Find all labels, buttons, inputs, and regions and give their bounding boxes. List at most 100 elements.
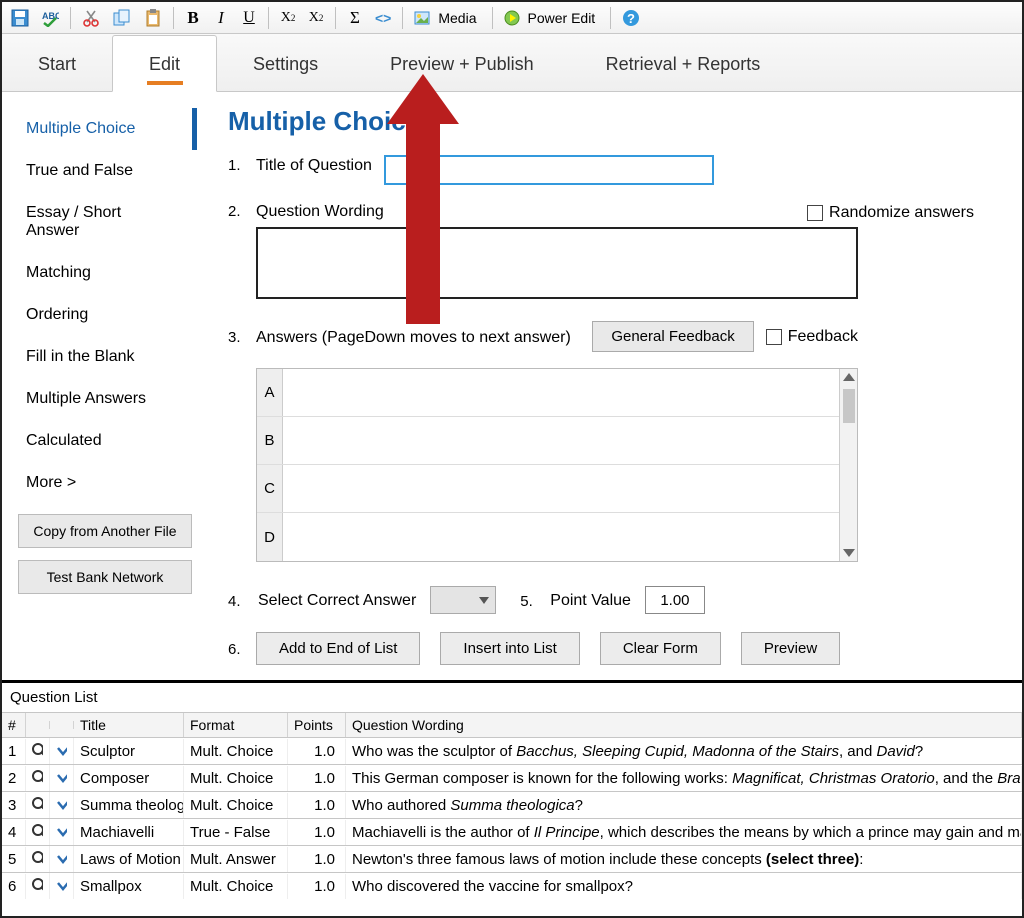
sidebar-item-more[interactable]: More >: [2, 462, 197, 504]
test-bank-network-button[interactable]: Test Bank Network: [18, 560, 192, 594]
question-row[interactable]: 5Laws of MotionMult. Answer1.0Newton's t…: [2, 845, 1022, 872]
paste-icon[interactable]: [139, 5, 167, 31]
preview-icon[interactable]: [26, 819, 50, 845]
answer-input-b[interactable]: [283, 417, 857, 464]
row-num: 4: [2, 820, 26, 845]
row-title: Machiavelli: [74, 820, 184, 845]
svg-text:?: ?: [627, 11, 635, 26]
subscript-icon[interactable]: X2: [275, 5, 301, 31]
help-icon[interactable]: ?: [617, 5, 645, 31]
underline-icon[interactable]: U: [236, 5, 262, 31]
dropdown-icon[interactable]: [50, 846, 74, 872]
preview-icon[interactable]: [26, 846, 50, 872]
randomize-checkbox-wrap[interactable]: Randomize answers: [807, 204, 974, 222]
tab-settings[interactable]: Settings: [217, 36, 354, 91]
correct-answer-label: Select Correct Answer: [258, 590, 416, 610]
row-number: 2.: [228, 201, 244, 220]
superscript-icon[interactable]: X2: [303, 5, 329, 31]
italic-icon[interactable]: I: [208, 5, 234, 31]
copy-from-file-button[interactable]: Copy from Another File: [18, 514, 192, 548]
row-number: 6.: [228, 639, 244, 658]
question-row[interactable]: 3Summa theologiMult. Choice1.0Who author…: [2, 791, 1022, 818]
row-format: Mult. Choice: [184, 793, 288, 818]
tab-edit[interactable]: Edit: [112, 35, 217, 92]
tab-retrieval-reports[interactable]: Retrieval + Reports: [570, 36, 797, 91]
answer-input-a[interactable]: [283, 369, 857, 416]
sidebar-item-ordering[interactable]: Ordering: [2, 294, 197, 336]
formatting-toolbar: ABC B I U X2 X2 Σ <> Media Power Edit ?: [2, 2, 1022, 34]
sidebar-item-essay[interactable]: Essay / Short Answer: [2, 192, 197, 252]
feedback-label: Feedback: [788, 328, 858, 346]
add-to-list-button[interactable]: Add to End of List: [256, 632, 420, 665]
preview-icon[interactable]: [26, 873, 50, 899]
form-heading: Multiple Choice: [228, 106, 982, 137]
question-list-title: Question List: [2, 683, 1022, 712]
row-num: 2: [2, 766, 26, 791]
answer-input-d[interactable]: [283, 513, 857, 561]
sidebar-item-multiple-answers[interactable]: Multiple Answers: [2, 378, 197, 420]
preview-icon[interactable]: [26, 792, 50, 818]
correct-answer-select[interactable]: [430, 586, 496, 614]
dropdown-icon[interactable]: [50, 765, 74, 791]
preview-button[interactable]: Preview: [741, 632, 840, 665]
media-button[interactable]: Media: [409, 5, 485, 31]
row-format: Mult. Choice: [184, 766, 288, 791]
spellcheck-icon[interactable]: ABC: [36, 5, 64, 31]
row-number: 5.: [520, 591, 536, 610]
dropdown-icon[interactable]: [50, 873, 74, 899]
question-row[interactable]: 4MachiavelliTrue - False1.0Machiavelli i…: [2, 818, 1022, 845]
row-points: 1.0: [288, 820, 346, 845]
row-title: Laws of Motion: [74, 847, 184, 872]
answer-input-c[interactable]: [283, 465, 857, 512]
row-wording: This German composer is known for the fo…: [346, 766, 1022, 791]
row-title: Summa theologi: [74, 793, 184, 818]
question-row[interactable]: 6SmallpoxMult. Choice1.0Who discovered t…: [2, 872, 1022, 899]
title-input[interactable]: [384, 155, 714, 185]
insert-into-list-button[interactable]: Insert into List: [440, 632, 579, 665]
col-title: Title: [74, 713, 184, 737]
sidebar-item-true-false[interactable]: True and False: [2, 150, 197, 192]
row-title: Smallpox: [74, 874, 184, 899]
sidebar-item-multiple-choice[interactable]: Multiple Choice: [2, 108, 197, 150]
cut-icon[interactable]: [77, 5, 105, 31]
preview-icon[interactable]: [26, 765, 50, 791]
row-wording: Who discovered the vaccine for smallpox?: [346, 874, 1022, 899]
question-wording-input[interactable]: [256, 227, 858, 299]
clear-form-button[interactable]: Clear Form: [600, 632, 721, 665]
question-row[interactable]: 1SculptorMult. Choice1.0Who was the scul…: [2, 737, 1022, 764]
row-number: 4.: [228, 591, 244, 610]
answer-letter: C: [257, 465, 283, 512]
row-number: 1.: [228, 155, 244, 174]
row-format: Mult. Choice: [184, 874, 288, 899]
sidebar-item-calculated[interactable]: Calculated: [2, 420, 197, 462]
question-list-header: # Title Format Points Question Wording: [2, 712, 1022, 737]
question-list-panel: Question List # Title Format Points Ques…: [2, 680, 1022, 899]
sidebar-item-fill-blank[interactable]: Fill in the Blank: [2, 336, 197, 378]
row-wording: Who was the sculptor of Bacchus, Sleepin…: [346, 739, 1022, 764]
power-edit-button[interactable]: Power Edit: [499, 5, 605, 31]
tab-preview-publish[interactable]: Preview + Publish: [354, 36, 570, 91]
code-icon[interactable]: <>: [370, 5, 396, 31]
answers-scrollbar[interactable]: [839, 369, 857, 561]
row-points: 1.0: [288, 847, 346, 872]
dropdown-icon[interactable]: [50, 792, 74, 818]
dropdown-icon[interactable]: [50, 738, 74, 764]
tab-start[interactable]: Start: [2, 36, 112, 91]
randomize-checkbox[interactable]: [807, 205, 823, 221]
dropdown-icon[interactable]: [50, 819, 74, 845]
sidebar-item-matching[interactable]: Matching: [2, 252, 197, 294]
row-format: Mult. Answer: [184, 847, 288, 872]
question-row[interactable]: 2ComposerMult. Choice1.0This German comp…: [2, 764, 1022, 791]
svg-text:ABC: ABC: [42, 11, 59, 21]
save-icon[interactable]: [6, 5, 34, 31]
col-points: Points: [288, 713, 346, 737]
feedback-checkbox[interactable]: [766, 329, 782, 345]
point-value-input[interactable]: [645, 586, 705, 614]
sigma-icon[interactable]: Σ: [342, 5, 368, 31]
preview-icon[interactable]: [26, 738, 50, 764]
main-tabs: Start Edit Settings Preview + Publish Re…: [2, 34, 1022, 92]
general-feedback-button[interactable]: General Feedback: [592, 321, 753, 352]
bold-icon[interactable]: B: [180, 5, 206, 31]
feedback-checkbox-wrap[interactable]: Feedback: [766, 328, 858, 346]
copy-icon[interactable]: [107, 5, 137, 31]
